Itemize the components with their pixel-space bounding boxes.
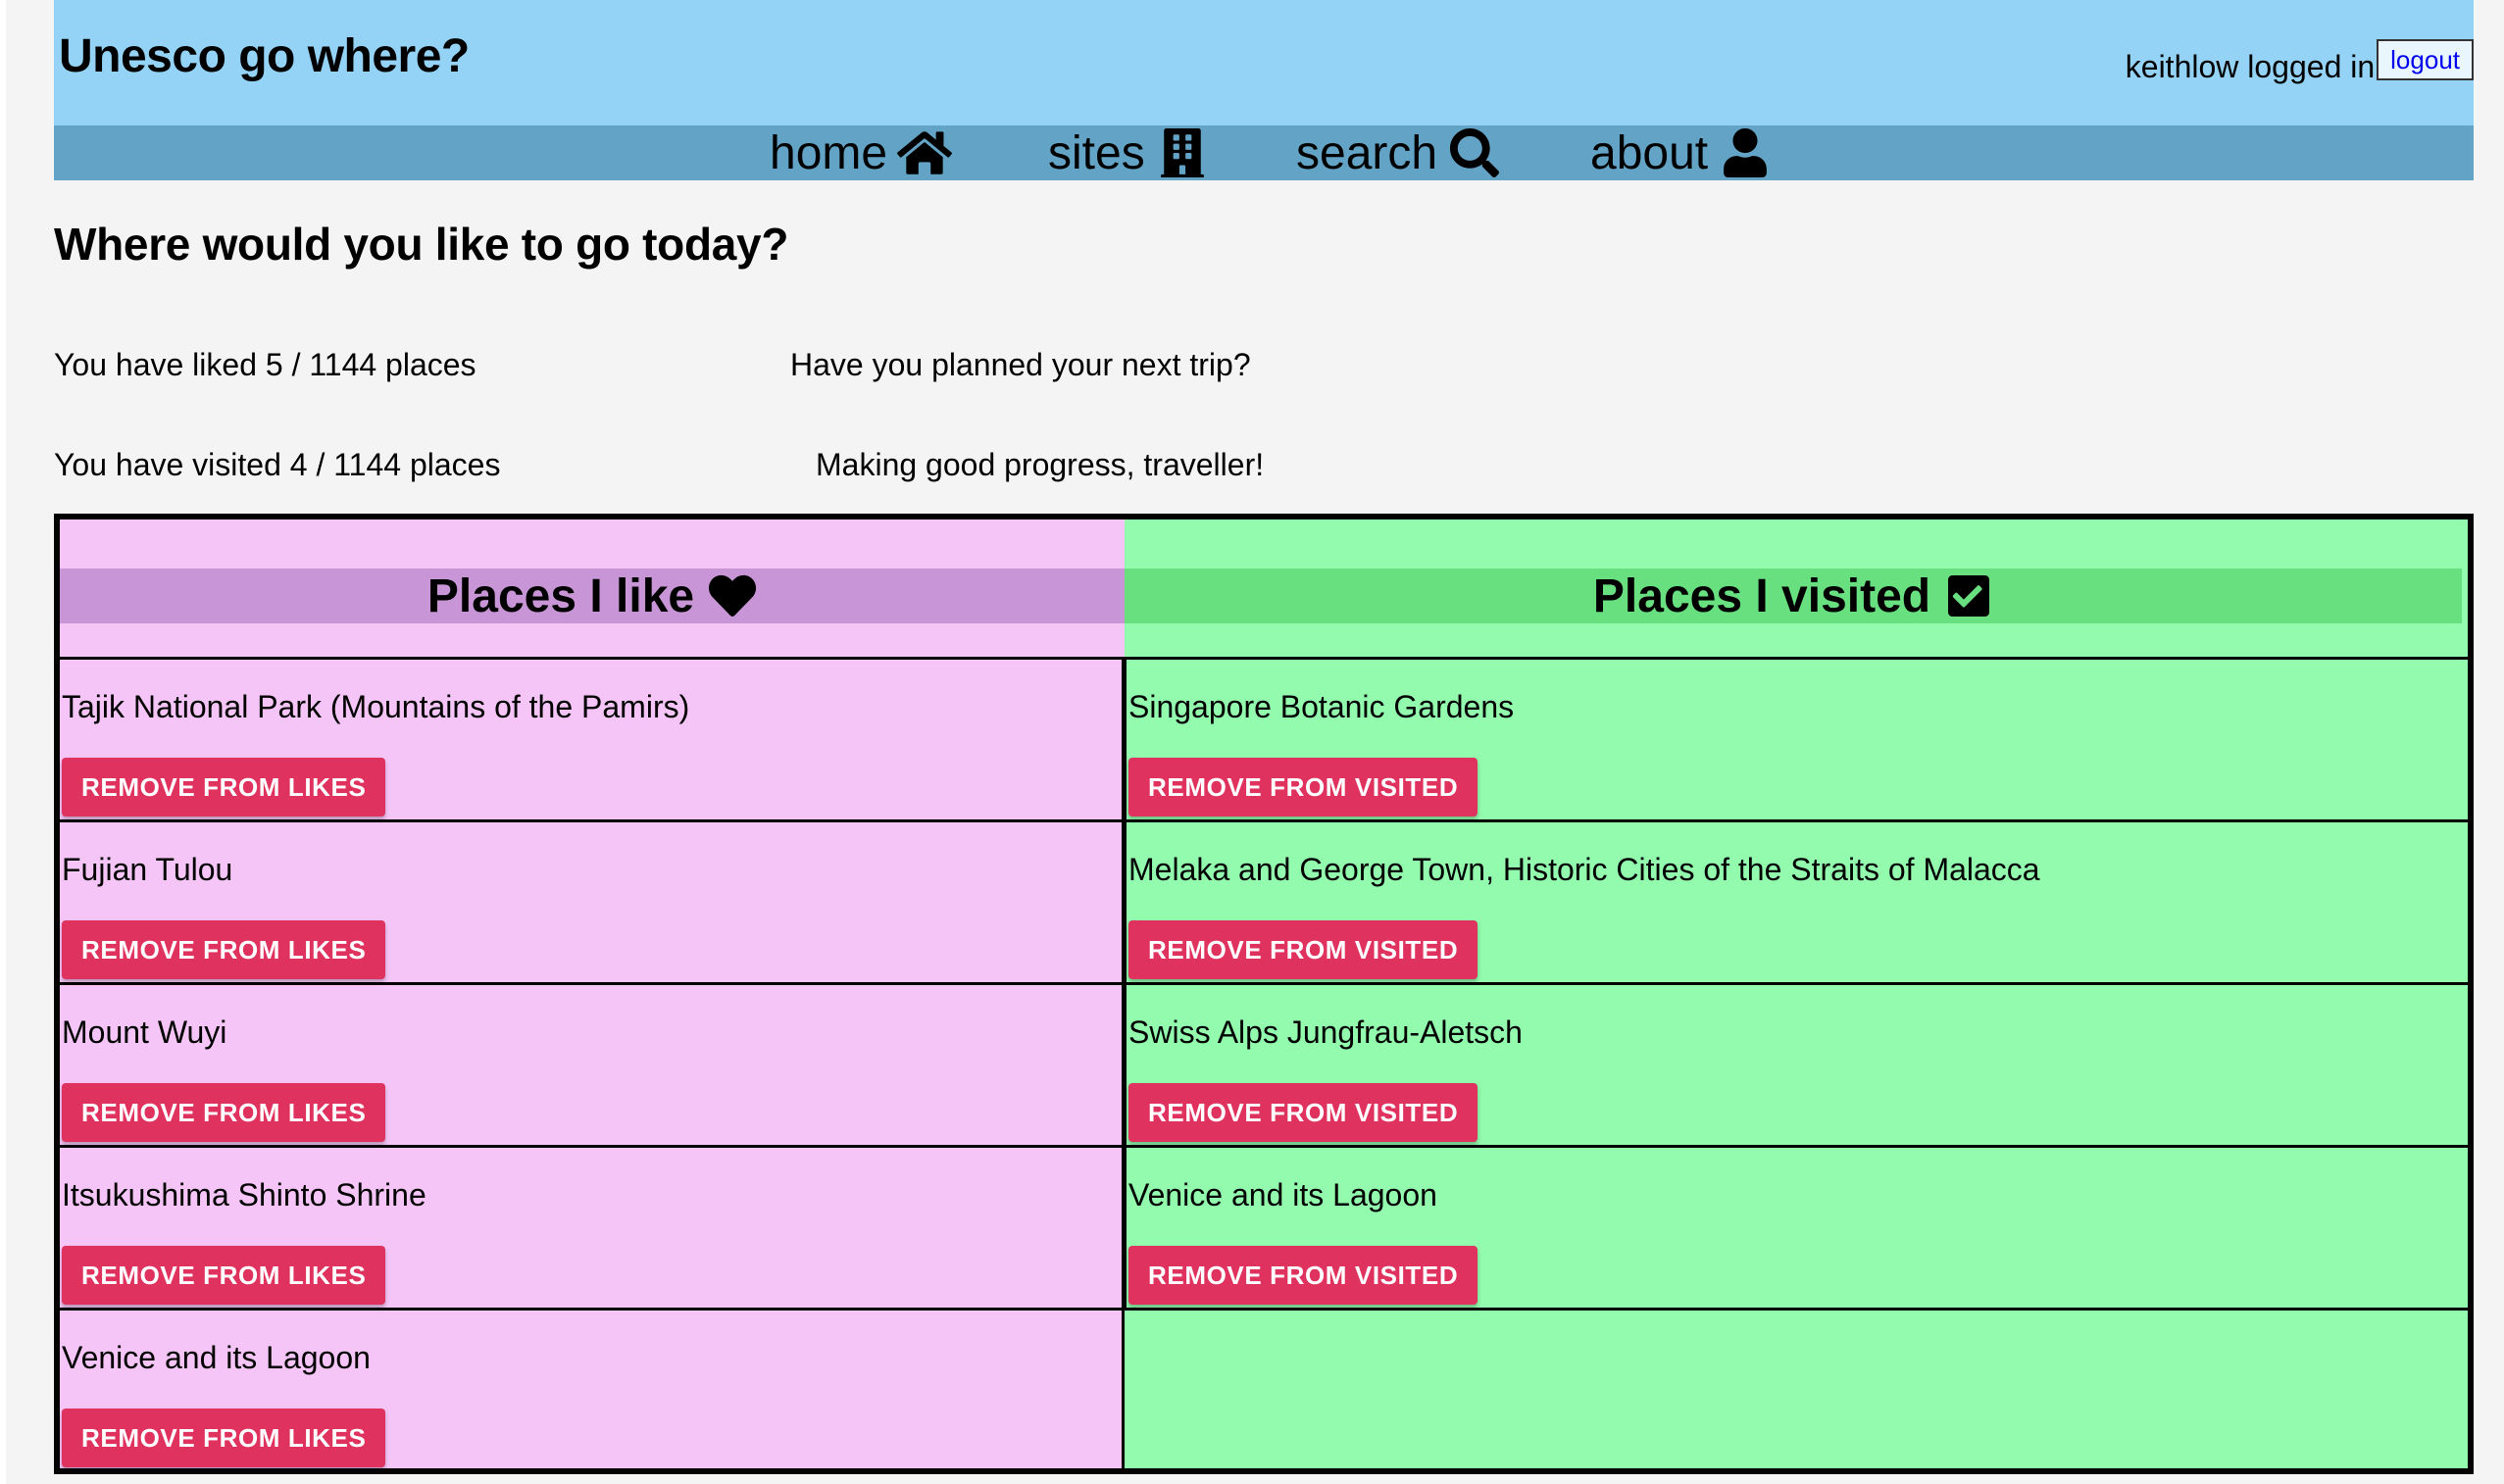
place-name: Singapore Botanic Gardens [1128,689,1515,724]
list-item: Venice and its Lagoon REMOVE FROM VISITE… [1127,1148,2468,1311]
likes-list: Tajik National Park (Mountains of the Pa… [60,657,1125,1468]
app-header: Unesco go where? keithlow logged in logo… [54,0,2474,125]
nav-home-label: home [770,126,888,179]
list-item: Swiss Alps Jungfrau-Aletsch REMOVE FROM … [1127,985,2468,1148]
page: Unesco go where? keithlow logged in logo… [6,0,2504,1484]
search-icon [1450,128,1500,177]
visited-list: Singapore Botanic Gardens REMOVE FROM VI… [1125,657,2468,1311]
page-title: Where would you like to go today? [54,219,789,270]
nav-bar: home sites search about [54,125,2474,180]
nav-about-label: about [1590,126,1709,179]
liked-message: Have you planned your next trip? [790,347,1251,382]
likes-header: Places I like [60,569,1125,623]
place-name: Melaka and George Town, Historic Cities … [1128,852,2040,887]
nav-home[interactable]: home [770,125,953,180]
liked-count: You have liked 5 / 1144 places [54,347,476,382]
remove-from-likes-button[interactable]: REMOVE FROM LIKES [62,920,386,979]
nav-search-label: search [1296,126,1438,179]
home-icon [897,131,953,174]
check-square-icon [1948,575,1990,617]
app-title: Unesco go where? [59,30,470,82]
remove-from-visited-button[interactable]: REMOVE FROM VISITED [1128,1083,1478,1142]
user-icon [1724,128,1767,177]
nav-sites-label: sites [1048,126,1145,179]
visited-count: You have visited 4 / 1144 places [54,447,501,482]
places-table: Places I like Tajik National Park (Mount… [54,514,2474,1474]
building-icon [1160,128,1204,177]
list-item: Fujian Tulou REMOVE FROM LIKES [60,822,1122,985]
place-name: Swiss Alps Jungfrau-Aletsch [1128,1014,1523,1050]
visited-message: Making good progress, traveller! [816,447,1265,482]
place-name: Mount Wuyi [62,1014,227,1050]
nav-about[interactable]: about [1590,125,1773,180]
visited-header: Places I visited [1125,569,2462,623]
nav-sites[interactable]: sites [1048,125,1210,180]
remove-from-visited-button[interactable]: REMOVE FROM VISITED [1128,758,1478,816]
likes-column: Places I like Tajik National Park (Mount… [60,519,1125,1468]
user-area: keithlow logged in logout [2125,39,2474,86]
place-name: Venice and its Lagoon [1128,1177,1437,1212]
nav-search[interactable]: search [1296,125,1502,180]
list-item: Mount Wuyi REMOVE FROM LIKES [60,985,1122,1148]
place-name: Itsukushima Shinto Shrine [62,1177,426,1212]
remove-from-likes-button[interactable]: REMOVE FROM LIKES [62,1409,386,1467]
list-item: Tajik National Park (Mountains of the Pa… [60,660,1122,822]
remove-from-likes-button[interactable]: REMOVE FROM LIKES [62,758,386,816]
remove-from-visited-button[interactable]: REMOVE FROM VISITED [1128,1246,1478,1305]
heart-icon [709,574,757,617]
likes-header-label: Places I like [426,569,695,622]
place-name: Venice and its Lagoon [62,1340,371,1375]
remove-from-likes-button[interactable]: REMOVE FROM LIKES [62,1083,386,1142]
list-item: Venice and its Lagoon REMOVE FROM LIKES [60,1311,1122,1468]
list-item: Melaka and George Town, Historic Cities … [1127,822,2468,985]
list-item: Singapore Botanic Gardens REMOVE FROM VI… [1127,660,2468,822]
logged-in-user: keithlow logged in [2125,49,2376,84]
logout-button[interactable]: logout [2377,39,2474,80]
remove-from-visited-button[interactable]: REMOVE FROM VISITED [1128,920,1478,979]
list-item: Itsukushima Shinto Shrine REMOVE FROM LI… [60,1148,1122,1311]
place-name: Fujian Tulou [62,852,233,887]
place-name: Tajik National Park (Mountains of the Pa… [62,689,690,724]
remove-from-likes-button[interactable]: REMOVE FROM LIKES [62,1246,386,1305]
visited-header-label: Places I visited [1592,569,1931,622]
visited-column: Places I visited Singapore Botanic Garde… [1125,519,2468,1468]
